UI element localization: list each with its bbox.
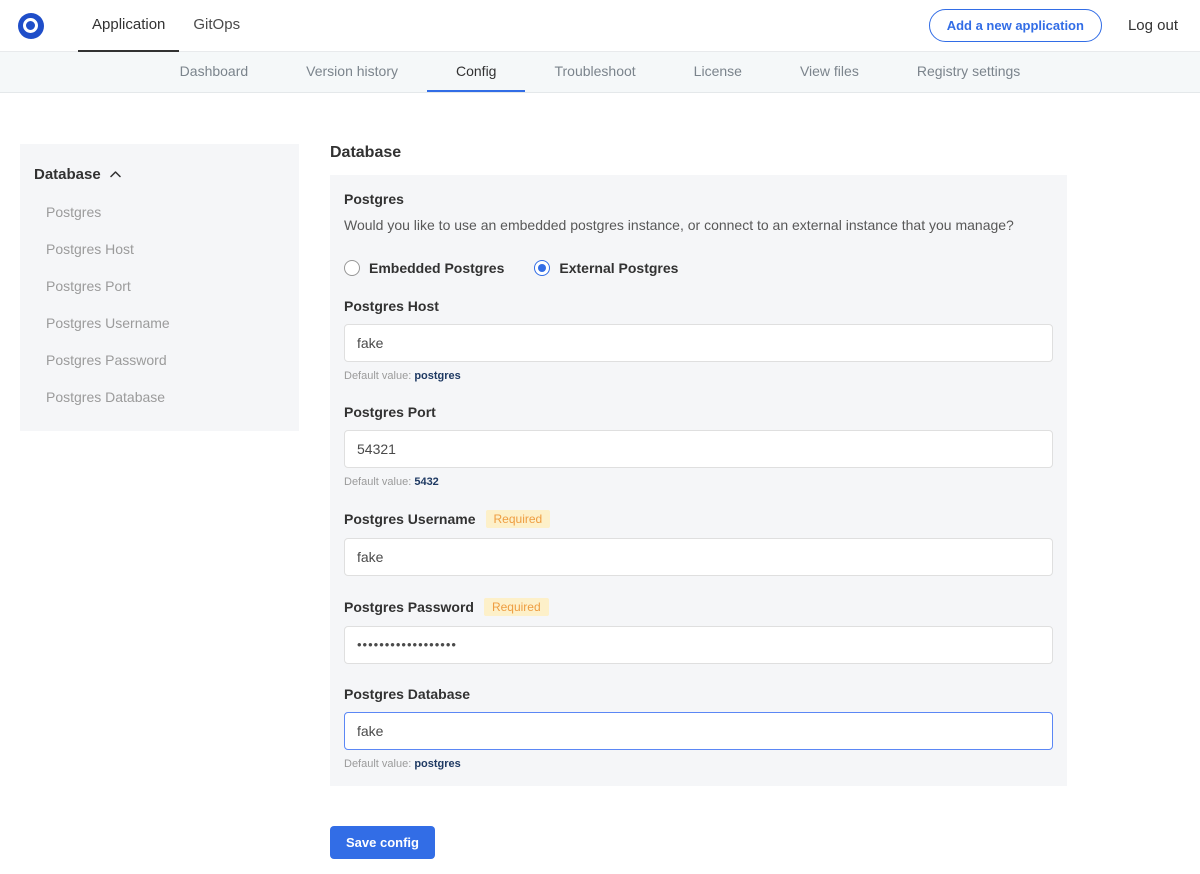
radio-label: External Postgres (559, 260, 678, 276)
admin-console-page: Application GitOps Add a new application… (0, 0, 1200, 874)
header-tab-label: Application (92, 16, 165, 33)
postgres-host-input[interactable] (344, 324, 1053, 362)
sidebar-item-postgres-port[interactable]: Postgres Port (20, 278, 299, 294)
config-sidebar: Database Postgres Postgres Host Postgres… (20, 144, 299, 431)
database-config-card: Postgres Would you like to use an embedd… (330, 175, 1067, 786)
field-postgres-port: Postgres Port Default value: 5432 (344, 404, 1053, 488)
subnav-tab-registry-settings[interactable]: Registry settings (888, 52, 1049, 92)
config-main: Database Postgres Would you like to use … (330, 144, 1067, 859)
field-label: Postgres Database (344, 686, 470, 702)
postgres-help-text: Would you like to use an embedded postgr… (344, 216, 1053, 235)
subnav-tab-troubleshoot[interactable]: Troubleshoot (525, 52, 664, 92)
app-subnav: Dashboard Version history Config Trouble… (0, 52, 1200, 93)
postgres-username-input[interactable] (344, 538, 1053, 576)
header-tab-application[interactable]: Application (78, 0, 179, 52)
radio-icon (344, 260, 360, 276)
sidebar-item-postgres-password[interactable]: Postgres Password (20, 352, 299, 368)
save-config-button[interactable]: Save config (330, 826, 435, 859)
field-label: Postgres Host (344, 298, 439, 314)
sidebar-item-postgres-database[interactable]: Postgres Database (20, 389, 299, 405)
sidebar-group-database[interactable]: Database (20, 166, 299, 183)
radio-external-postgres[interactable]: External Postgres (534, 260, 678, 276)
default-value-note: Default value: postgres (344, 370, 1053, 382)
field-postgres-host: Postgres Host Default value: postgres (344, 298, 1053, 382)
field-postgres-password: Postgres Password Required (344, 598, 1053, 664)
postgres-mode-radio-group: Embedded Postgres External Postgres (344, 260, 1053, 276)
logout-button[interactable]: Log out (1128, 17, 1178, 34)
field-label: Postgres Password (344, 599, 474, 615)
add-new-application-button[interactable]: Add a new application (929, 9, 1102, 42)
subnav-tab-license[interactable]: License (665, 52, 771, 92)
header-tab-label: GitOps (193, 16, 240, 33)
field-postgres-database: Postgres Database Default value: postgre… (344, 686, 1053, 770)
postgres-port-input[interactable] (344, 430, 1053, 468)
default-prefix: Default value: (344, 370, 411, 382)
sidebar-item-postgres[interactable]: Postgres (20, 204, 299, 220)
subnav-tab-view-files[interactable]: View files (771, 52, 888, 92)
subnav-tab-dashboard[interactable]: Dashboard (151, 52, 278, 92)
default-value: postgres (414, 758, 460, 770)
default-value: 5432 (414, 476, 438, 488)
field-postgres-username: Postgres Username Required (344, 510, 1053, 576)
subnav-tab-version-history[interactable]: Version history (277, 52, 427, 92)
field-label: Postgres Username (344, 511, 476, 527)
header-tab-gitops[interactable]: GitOps (179, 0, 254, 52)
postgres-database-input[interactable] (344, 712, 1053, 750)
radio-embedded-postgres[interactable]: Embedded Postgres (344, 260, 504, 276)
required-badge: Required (484, 598, 549, 616)
postgres-password-input[interactable] (344, 626, 1053, 664)
field-label: Postgres Port (344, 404, 436, 420)
required-badge: Required (486, 510, 551, 528)
subnav-tab-config[interactable]: Config (427, 52, 525, 92)
default-prefix: Default value: (344, 758, 411, 770)
default-value-note: Default value: 5432 (344, 476, 1053, 488)
sidebar-item-postgres-host[interactable]: Postgres Host (20, 241, 299, 257)
app-logo-icon (18, 13, 44, 39)
config-content: Database Postgres Postgres Host Postgres… (0, 144, 1200, 873)
postgres-group-label: Postgres (344, 191, 1053, 207)
default-value-note: Default value: postgres (344, 758, 1053, 770)
sidebar-group-label: Database (34, 166, 101, 183)
default-value: postgres (414, 370, 460, 382)
chevron-up-icon (110, 171, 121, 178)
default-prefix: Default value: (344, 476, 411, 488)
section-title: Database (330, 144, 1067, 162)
sidebar-item-postgres-username[interactable]: Postgres Username (20, 315, 299, 331)
top-header: Application GitOps Add a new application… (0, 0, 1200, 52)
radio-icon (534, 260, 550, 276)
radio-label: Embedded Postgres (369, 260, 504, 276)
